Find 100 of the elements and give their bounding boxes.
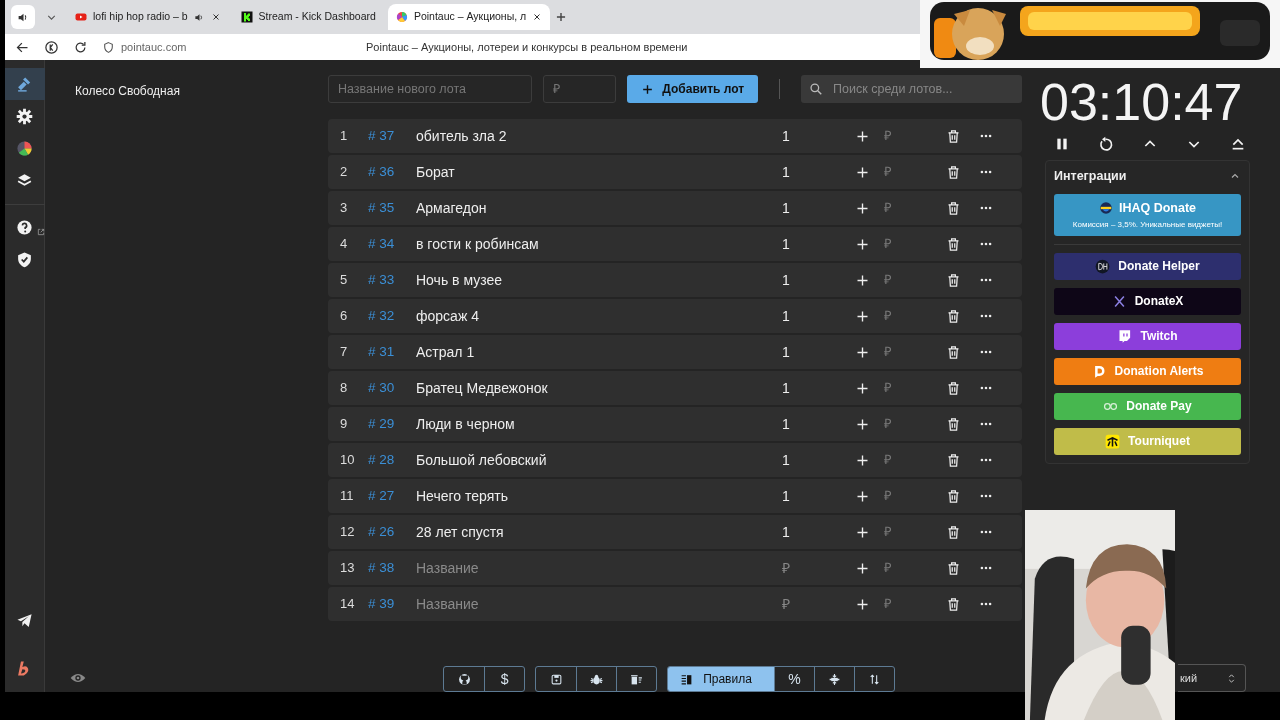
columns-icon	[680, 672, 694, 686]
add-amount-field[interactable]: ₽	[880, 342, 935, 362]
row-number: 11	[339, 487, 355, 506]
add-amount-field[interactable]: ₽	[880, 234, 935, 254]
add-amount-field[interactable]: ₽	[880, 594, 935, 614]
dh-logo-icon	[1095, 258, 1111, 274]
sidebar-item[interactable]	[4, 68, 45, 100]
lot-amount-field[interactable]: 1	[776, 197, 850, 219]
add-amount-field[interactable]: ₽	[880, 414, 935, 434]
lot-id: # 30	[368, 378, 396, 397]
lot-name-field[interactable]: Армагедон	[416, 197, 776, 219]
add-amount-field[interactable]: ₽	[880, 558, 935, 578]
browser-logo-button[interactable]	[44, 39, 59, 55]
lot-row[interactable]: 11 # 27 Нечего терять 1 ₽	[328, 479, 1022, 513]
settings-icon	[16, 107, 33, 125]
lot-amount-field[interactable]: 1	[776, 413, 850, 435]
lot-name-field[interactable]: Название	[416, 593, 776, 615]
lot-row[interactable]: 12 # 26 28 лет спустя 1 ₽	[328, 515, 1022, 549]
browser-tab[interactable]: Pointauc – Аукционы, л	[387, 4, 551, 30]
row-number: 13	[339, 559, 356, 578]
lot-amount-field[interactable]: ₽	[776, 593, 850, 615]
integration-button[interactable]: Twitch	[1054, 322, 1241, 350]
lot-amount-field[interactable]: ₽	[776, 557, 850, 579]
lot-amount-field[interactable]: 1	[776, 269, 850, 291]
lot-amount-field[interactable]: 1	[776, 449, 850, 471]
add-amount-field[interactable]: ₽	[880, 162, 935, 182]
lot-name-field[interactable]: в гости к робинсам	[416, 233, 776, 255]
reload-button[interactable]	[73, 39, 88, 55]
close-tab-button[interactable]	[210, 12, 221, 22]
lot-name-field[interactable]: Астрал 1	[416, 341, 776, 363]
lot-amount-field[interactable]: 1	[776, 341, 850, 363]
lot-name-field[interactable]: форсаж 4	[416, 305, 776, 327]
add-amount-field[interactable]: ₽	[880, 522, 935, 542]
lot-amount-field[interactable]: 1	[776, 161, 850, 183]
lot-id: # 26	[368, 522, 396, 541]
add-amount-field[interactable]: ₽	[880, 198, 935, 218]
eject-icon	[1230, 136, 1246, 152]
language-select[interactable]: кий	[1178, 664, 1246, 692]
lot-row[interactable]: 2 # 36 Борат 1 ₽	[328, 155, 1022, 189]
lot-name-field[interactable]: Люди в черном	[416, 413, 776, 435]
amount-field[interactable]: ₽	[543, 75, 617, 103]
add-amount-field[interactable]: ₽	[880, 378, 935, 398]
toolbar-button[interactable]: $	[484, 667, 525, 691]
add-amount-field[interactable]: ₽	[880, 450, 935, 470]
restart-icon	[1098, 136, 1114, 152]
row-number: 14	[339, 595, 356, 614]
lot-row[interactable]: 5 # 33 Ночь в музее 1 ₽	[328, 263, 1022, 297]
browser-tab[interactable]: Stream - Kick Dashboard	[232, 4, 384, 30]
lot-row[interactable]: 8 # 30 Братец Медвежонок 1 ₽	[328, 371, 1022, 405]
lot-amount-field[interactable]: 1	[776, 305, 850, 327]
search-field[interactable]: Поиск среди лотов...	[831, 78, 1012, 100]
url-text[interactable]: pointauc.com	[121, 38, 187, 56]
lot-row[interactable]: 6 # 32 форсаж 4 1 ₽	[328, 299, 1022, 333]
row-number: 10	[339, 451, 356, 470]
toolbar-button[interactable]: %	[773, 667, 814, 691]
search-box[interactable]: Поиск среди лотов...	[801, 75, 1022, 103]
compress-icon	[827, 672, 841, 686]
select-arrows-icon	[1226, 672, 1237, 684]
lot-row[interactable]: 14 # 39 Название ₽ ₽	[328, 587, 1022, 621]
lot-id: # 33	[368, 270, 396, 289]
lot-name-field[interactable]: Название	[416, 557, 776, 579]
lot-amount-field[interactable]: 1	[776, 485, 850, 507]
integration-button[interactable]: Donate Helper	[1054, 252, 1241, 280]
add-amount-field[interactable]: ₽	[880, 486, 935, 506]
row-number: 12	[339, 523, 356, 542]
eject-button[interactable]	[1230, 136, 1246, 152]
row-number: 1	[339, 127, 349, 146]
add-lot-button[interactable]: Добавить лот	[627, 75, 759, 103]
toolbar-button[interactable]: Правила	[668, 667, 774, 691]
lot-row[interactable]: 9 # 29 Люди в черном 1 ₽	[328, 407, 1022, 441]
integration-button[interactable]: DonateX	[1054, 287, 1241, 315]
add-amount-field[interactable]: ₽	[880, 126, 935, 146]
lot-amount-field[interactable]: 1	[776, 125, 850, 147]
lot-row[interactable]: 3 # 35 Армагедон 1 ₽	[328, 191, 1022, 225]
pause-button[interactable]	[1054, 136, 1070, 152]
k-logo-icon	[240, 11, 253, 23]
lot-name-field[interactable]: Братец Медвежонок	[416, 377, 776, 399]
lot-amount-field[interactable]: 1	[776, 521, 850, 543]
panel-title: Интеграции	[1054, 168, 1127, 185]
lot-name-field[interactable]: Большой лебовский	[416, 449, 776, 471]
lot-name-field[interactable]: обитель зла 2	[416, 125, 776, 147]
lot-name-field[interactable]: 28 лет спустя	[416, 521, 776, 543]
restart-button[interactable]	[1098, 136, 1114, 152]
add-amount-field[interactable]: ₽	[880, 306, 935, 326]
lot-name-field[interactable]: Название нового лота	[328, 75, 533, 103]
lot-amount-field[interactable]: 1	[776, 233, 850, 255]
add-amount-field[interactable]: ₽	[880, 270, 935, 290]
lot-row[interactable]: 7 # 31 Астрал 1 1 ₽	[328, 335, 1022, 369]
browser-tab[interactable]: lofi hip hop radio – b	[67, 4, 229, 30]
close-tab-button[interactable]	[532, 12, 543, 22]
lot-row[interactable]: 10 # 28 Большой лебовский 1 ₽	[328, 443, 1022, 477]
audio-button[interactable]	[11, 5, 35, 29]
lot-amount-field[interactable]: 1	[776, 377, 850, 399]
row-number: 6	[339, 307, 349, 326]
lot-row[interactable]: 4 # 34 в гости к робинсам 1 ₽	[328, 227, 1022, 261]
lot-name-field[interactable]: Нечего терять	[416, 485, 776, 507]
lot-name-field[interactable]: Ночь в музее	[416, 269, 776, 291]
lot-row[interactable]: 1 # 37 обитель зла 2 1 ₽	[328, 119, 1022, 153]
lot-name-field[interactable]: Борат	[416, 161, 776, 183]
lot-row[interactable]: 13 # 38 Название ₽ ₽	[328, 551, 1022, 585]
